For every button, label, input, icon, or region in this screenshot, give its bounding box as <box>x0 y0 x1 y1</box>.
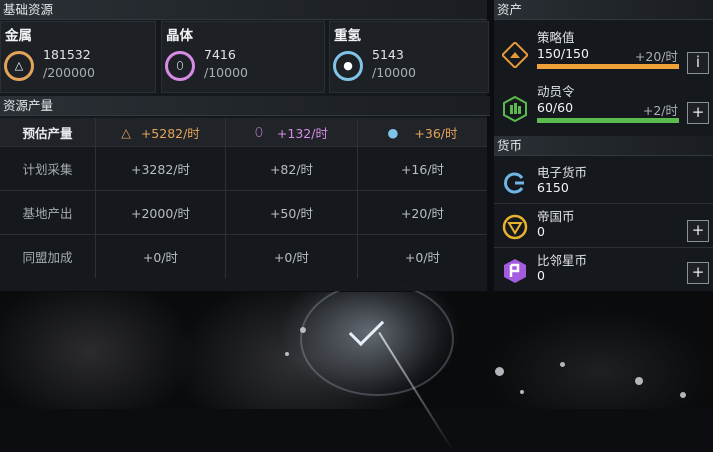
metal-value: +0/时 <box>95 235 225 278</box>
deuterium-name: 重氢 <box>334 28 361 44</box>
empire-coin-row: 帝国币 0 + <box>494 204 713 248</box>
asteroid <box>300 327 306 333</box>
deuterium-icon: ● <box>333 51 363 81</box>
metal-name: 金属 <box>5 28 32 44</box>
mobilization-bar-fill <box>537 118 679 123</box>
asteroid <box>635 377 643 385</box>
production-table: 预估产量 △ +5282/时 ⬯ +132/时 ● +36/时 计划采集 +32… <box>0 118 487 278</box>
proxima-coin-row: 比邻星币 0 + <box>494 248 713 292</box>
production-row: 基地产出 +2000/时 +50/时 +20/时 <box>0 191 487 235</box>
e-currency-row: 电子货币 6150 <box>494 160 713 204</box>
gas-value: +16/时 <box>357 147 487 190</box>
strategy-row: 策略值 150/150 +20/时 i <box>494 24 713 76</box>
strategy-info-button[interactable]: i <box>687 52 709 74</box>
crystal-name: 晶体 <box>166 28 193 44</box>
crystal-total: ⬯ +132/时 <box>225 118 357 146</box>
asteroid <box>495 367 504 376</box>
asteroid <box>560 362 565 367</box>
deuterium-max: /10000 <box>372 65 416 80</box>
mobilization-row: 动员令 60/60 +2/时 + <box>494 78 713 130</box>
base-resources-header: 基础资源 <box>0 0 487 20</box>
crystal-icon: ⬯ <box>165 51 195 81</box>
proxima-coin-value: 0 <box>537 268 545 283</box>
row-label: 预估产量 <box>0 118 95 146</box>
crystal-value: +50/时 <box>225 191 357 234</box>
mobilization-icon <box>503 96 527 122</box>
crystal-current: 7416 <box>204 47 236 62</box>
strategy-icon <box>502 42 528 68</box>
crystal-value: +0/时 <box>225 235 357 278</box>
gas-value: +0/时 <box>357 235 487 278</box>
production-row: 计划采集 +3282/时 +82/时 +16/时 <box>0 147 487 191</box>
metal-card[interactable]: 金属 △ 181532 /200000 <box>0 21 156 93</box>
mobilization-value: 60/60 <box>537 100 574 115</box>
empire-coin-add-button[interactable]: + <box>687 220 709 242</box>
deuterium-card[interactable]: 重氢 ● 5143 /10000 <box>329 21 489 93</box>
crystal-small-icon: ⬯ <box>255 124 263 139</box>
deuterium-small-icon: ● <box>387 124 399 140</box>
metal-value: +2000/时 <box>95 191 225 234</box>
e-currency-label: 电子货币 <box>537 165 588 180</box>
metal-current: 181532 <box>43 47 91 62</box>
asteroid <box>285 352 289 356</box>
metal-triangle-icon: △ <box>4 51 34 81</box>
currency-header: 货币 <box>494 136 713 156</box>
empire-coin-icon <box>502 214 528 240</box>
metal-max: /200000 <box>43 65 95 80</box>
strategy-bar-fill <box>537 64 679 69</box>
proxima-coin-add-button[interactable]: + <box>687 262 709 284</box>
e-currency-value: 6150 <box>537 180 569 195</box>
gas-total: ● +36/时 <box>357 118 487 146</box>
assets-panel: 资产 策略值 150/150 +20/时 i 动员令 60/60 +2/时 + … <box>494 0 713 291</box>
strategy-value: 150/150 <box>537 46 589 61</box>
row-label: 计划采集 <box>22 162 73 177</box>
proxima-coin-label: 比邻星币 <box>537 253 588 268</box>
strategy-bar <box>537 64 679 69</box>
crystal-card[interactable]: 晶体 ⬯ 7416 /10000 <box>161 21 325 93</box>
production-header: 资源产量 <box>0 96 490 116</box>
asteroid <box>680 392 686 398</box>
metal-total: △ +5282/时 <box>95 118 225 146</box>
space-background <box>0 282 713 452</box>
strategy-label: 策略值 <box>537 30 575 45</box>
deuterium-current: 5143 <box>372 47 404 62</box>
assets-header: 资产 <box>494 0 713 20</box>
mobilization-add-button[interactable]: + <box>687 102 709 124</box>
crystal-value: +82/时 <box>225 147 357 190</box>
resource-panel: 基础资源 金属 △ 181532 /200000 晶体 ⬯ 7416 /1000… <box>0 0 490 291</box>
production-total-row: 预估产量 △ +5282/时 ⬯ +132/时 ● +36/时 <box>0 118 487 147</box>
mobilization-label: 动员令 <box>537 84 575 99</box>
proxima-coin-icon <box>504 259 526 283</box>
resource-cards: 金属 △ 181532 /200000 晶体 ⬯ 7416 /10000 重氢 … <box>0 21 489 93</box>
production-row: 同盟加成 +0/时 +0/时 +0/时 <box>0 235 487 278</box>
mobilization-rate: +2/时 <box>642 103 678 118</box>
gas-value: +20/时 <box>357 191 487 234</box>
metal-value: +3282/时 <box>95 147 225 190</box>
strategy-rate: +20/时 <box>634 49 678 64</box>
empire-coin-value: 0 <box>537 224 545 239</box>
row-label: 基地产出 <box>22 206 73 221</box>
e-currency-icon <box>504 172 524 194</box>
empire-coin-label: 帝国币 <box>537 209 575 224</box>
asteroid <box>520 390 524 394</box>
station-ring <box>300 282 454 396</box>
row-label: 同盟加成 <box>22 250 73 265</box>
mobilization-bar <box>537 118 679 123</box>
crystal-max: /10000 <box>204 65 248 80</box>
metal-small-icon: △ <box>121 124 131 140</box>
